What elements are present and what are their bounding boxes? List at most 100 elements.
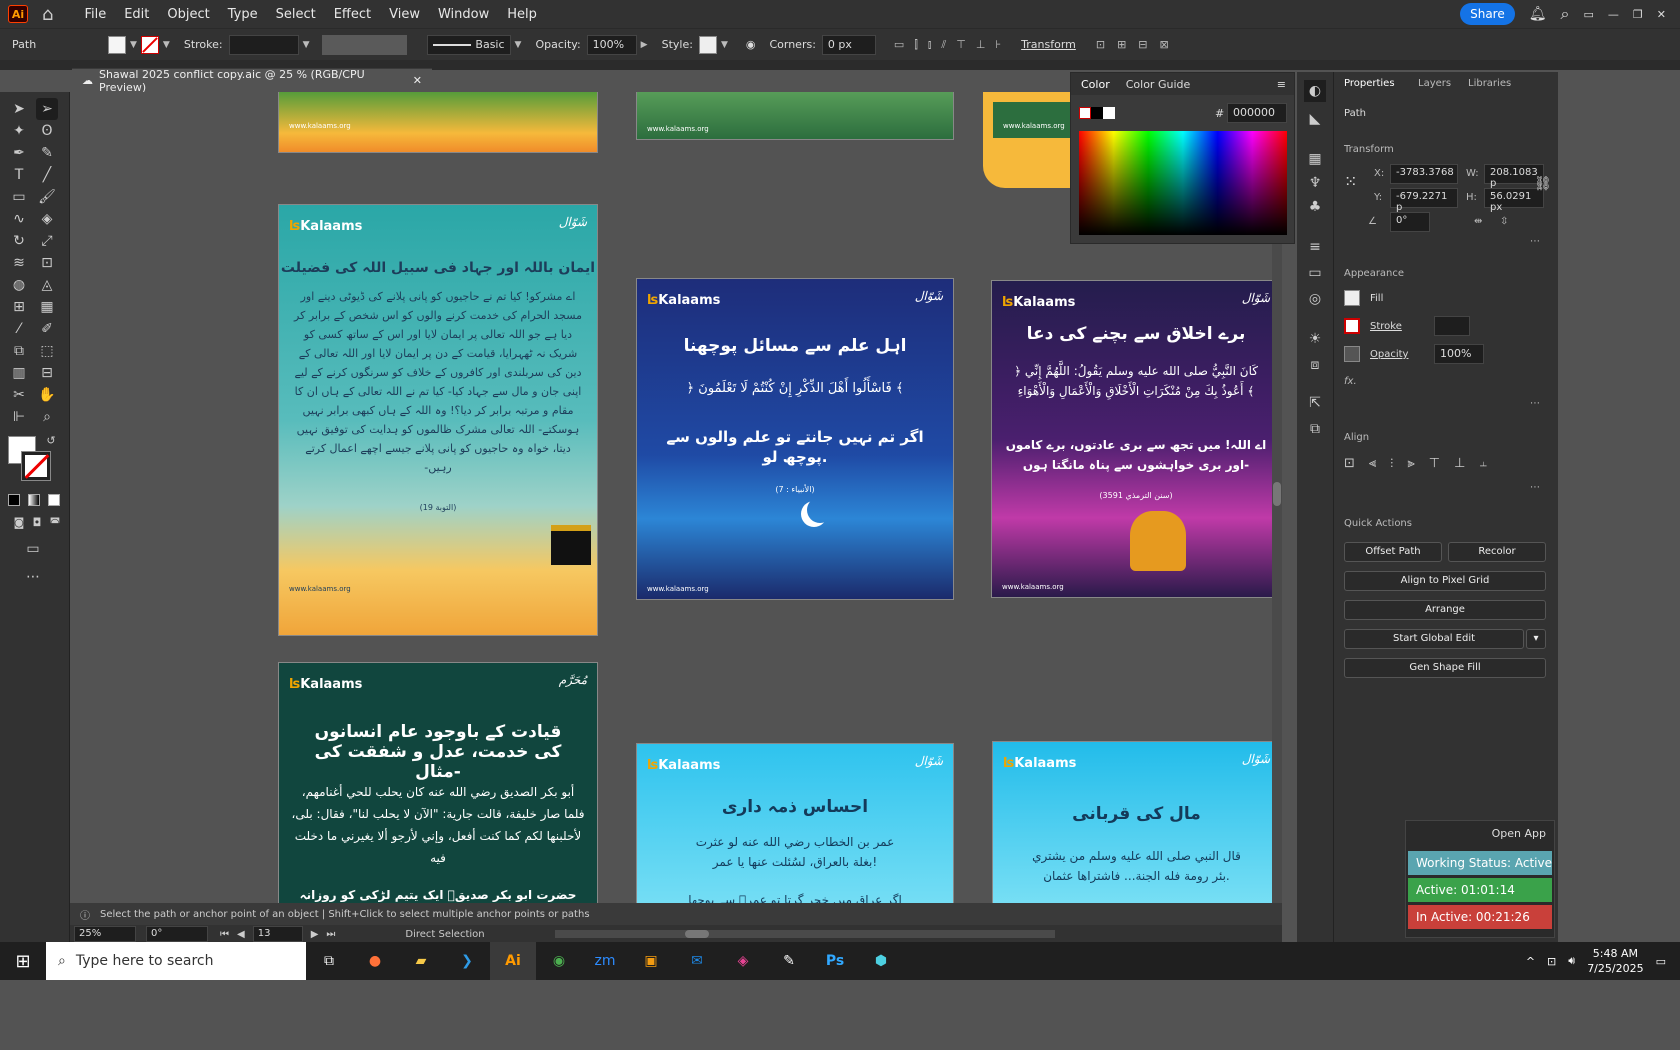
- search-icon[interactable]: ⌕: [1561, 4, 1570, 24]
- free-transform-icon[interactable]: ⊡: [36, 252, 58, 274]
- more-options-icon[interactable]: ⋯: [1530, 236, 1540, 247]
- type-tool-icon[interactable]: T: [8, 164, 30, 186]
- direct-selection-tool-icon[interactable]: ➢: [36, 98, 58, 120]
- zoom-icon[interactable]: ⌕: [36, 406, 58, 428]
- export-icon[interactable]: ⇱: [1304, 392, 1326, 414]
- horizontal-scrollbar[interactable]: [554, 930, 1055, 938]
- stroke-label[interactable]: Stroke: [1370, 321, 1402, 332]
- stroke-weight-field[interactable]: [228, 34, 299, 55]
- gradient-panel-icon[interactable]: ▭: [1304, 262, 1326, 284]
- graphic-styles-icon[interactable]: ⧈: [1304, 354, 1326, 376]
- creative-cloud-icon[interactable]: ◈: [720, 942, 766, 980]
- line-tool-icon[interactable]: ╱: [36, 164, 58, 186]
- chevron-down-icon[interactable]: ▼: [515, 40, 522, 50]
- open-app-link[interactable]: Open App: [1492, 827, 1546, 840]
- tab-layers[interactable]: Layers: [1418, 78, 1451, 89]
- pen-tool-icon[interactable]: ✒: [8, 142, 30, 164]
- last-artboard-icon[interactable]: ⏭: [326, 929, 335, 940]
- menu-file[interactable]: File: [75, 7, 115, 22]
- scale-icon[interactable]: ⤢: [36, 230, 58, 252]
- more-options-icon[interactable]: ⋯: [1530, 482, 1540, 493]
- menu-window[interactable]: Window: [429, 7, 498, 22]
- tab-color[interactable]: Color: [1081, 78, 1110, 91]
- symbols-icon[interactable]: ♣: [1304, 196, 1326, 218]
- screen-mode-icon[interactable]: ▭: [22, 538, 44, 560]
- close-tab-icon[interactable]: ✕: [413, 74, 422, 87]
- document-tab[interactable]: ☁ Shawal 2025 conflict copy.aic @ 25 % (…: [72, 68, 432, 94]
- next-artboard-icon[interactable]: ▶: [311, 929, 319, 940]
- recolor-icon[interactable]: ◉: [746, 38, 756, 51]
- offset-path-button[interactable]: Offset Path: [1344, 542, 1442, 562]
- stroke-swatch-icon[interactable]: [1344, 318, 1360, 334]
- slice-icon[interactable]: ✂: [8, 384, 30, 406]
- chevron-down-icon[interactable]: ▼: [163, 40, 170, 50]
- app-icon[interactable]: ⬢: [858, 942, 904, 980]
- artboard-icon[interactable]: ⊟: [36, 362, 58, 384]
- menu-edit[interactable]: Edit: [115, 7, 158, 22]
- warp-icon[interactable]: ≋: [8, 252, 30, 274]
- recolor-button[interactable]: Recolor: [1448, 542, 1546, 562]
- prev-artboard-icon[interactable]: ◀: [237, 929, 245, 940]
- variable-width-profile[interactable]: [321, 34, 407, 55]
- illustrator-icon[interactable]: Ai: [490, 942, 536, 980]
- panel-menu-icon[interactable]: ≡: [1277, 78, 1286, 91]
- x-field[interactable]: -3783.3768: [1390, 164, 1458, 184]
- maximize-icon[interactable]: ❐: [1633, 8, 1643, 21]
- chevron-down-icon[interactable]: ▾: [1526, 629, 1546, 649]
- zoom-field[interactable]: 25%: [74, 926, 136, 942]
- menu-select[interactable]: Select: [267, 7, 325, 22]
- opacity-field[interactable]: 100%: [1434, 344, 1484, 364]
- black-swatch[interactable]: [1091, 107, 1103, 119]
- pen-app-icon[interactable]: ✎: [766, 942, 812, 980]
- network-icon[interactable]: ⊡: [1547, 955, 1556, 968]
- firefox-icon[interactable]: ●: [352, 942, 398, 980]
- draw-inside-icon[interactable]: ◚: [44, 512, 66, 534]
- artboard-qiyadat[interactable]: ʪKalaams مُحَرَّم قیادت کے باوجود عام ان…: [278, 662, 598, 920]
- artboard-number-field[interactable]: 13: [252, 926, 303, 942]
- lasso-icon[interactable]: ʘ: [36, 120, 58, 142]
- swatches-icon[interactable]: ▦: [1304, 148, 1326, 170]
- file-explorer-icon[interactable]: ▰: [398, 942, 444, 980]
- windows-start-icon[interactable]: ⊞: [0, 942, 46, 980]
- constrain-proportions-icon[interactable]: ⛓: [1534, 176, 1552, 192]
- color-guide-icon[interactable]: ◣: [1304, 108, 1326, 130]
- hand-icon[interactable]: ✋: [36, 384, 58, 406]
- vscode-icon[interactable]: ❯: [444, 942, 490, 980]
- chevron-down-icon[interactable]: ▼: [721, 40, 728, 50]
- angle-field[interactable]: 0°: [1390, 212, 1430, 232]
- color-mode-icon[interactable]: [8, 494, 20, 506]
- menu-object[interactable]: Object: [158, 7, 218, 22]
- fill-swatch-icon[interactable]: [1344, 290, 1360, 306]
- magic-wand-icon[interactable]: ✦: [8, 120, 30, 142]
- symbol-sprayer-icon[interactable]: ⬚: [36, 340, 58, 362]
- scrollbar-thumb[interactable]: [1273, 482, 1281, 506]
- stroke-weight-field[interactable]: [1434, 316, 1470, 336]
- tab-properties[interactable]: Properties: [1344, 78, 1395, 89]
- menu-help[interactable]: Help: [498, 7, 546, 22]
- menu-view[interactable]: View: [380, 7, 429, 22]
- flip-vertical-icon[interactable]: ⇳: [1500, 216, 1508, 227]
- swap-colors-icon[interactable]: ↺: [40, 430, 62, 452]
- stroke-color-box[interactable]: [21, 451, 51, 481]
- chevron-down-icon[interactable]: ▼: [130, 40, 137, 50]
- chevron-right-icon[interactable]: ▶: [641, 40, 648, 50]
- fill-swatch[interactable]: [108, 35, 126, 54]
- align-icons[interactable]: ▭⫿⫾⫽⊤⊥⊦: [894, 38, 1011, 52]
- appearance-icon[interactable]: ☀: [1304, 328, 1326, 350]
- artboard-ahl-ilm[interactable]: ʪKalaams شَوّال اہل علم سے مسائل پوچھنا …: [636, 278, 954, 600]
- tray-chevron-icon[interactable]: ^: [1526, 955, 1535, 968]
- selection-tool-icon[interactable]: ➤: [8, 98, 30, 120]
- tab-libraries[interactable]: Libraries: [1468, 78, 1511, 89]
- measure-icon[interactable]: ✐: [36, 318, 58, 340]
- scrollbar-thumb[interactable]: [684, 930, 709, 938]
- volume-icon[interactable]: 🔊︎: [1568, 954, 1575, 968]
- home-icon[interactable]: ⌂: [42, 4, 53, 25]
- app-icon[interactable]: ▣: [628, 942, 674, 980]
- eraser-icon[interactable]: ◈: [36, 208, 58, 230]
- artboard-ehsas[interactable]: ʪKalaams شَوّال احساس ذمہ داری عمر بن ال…: [636, 743, 954, 920]
- photoshop-icon[interactable]: Ps: [812, 942, 858, 980]
- opacity-field[interactable]: 100%: [586, 34, 637, 55]
- fx-icon[interactable]: fx.: [1344, 376, 1357, 387]
- artboards-icon[interactable]: ⧉: [1304, 418, 1326, 440]
- align-buttons[interactable]: ⊡⫷⫶⫸⊤⊥⫠: [1344, 456, 1501, 471]
